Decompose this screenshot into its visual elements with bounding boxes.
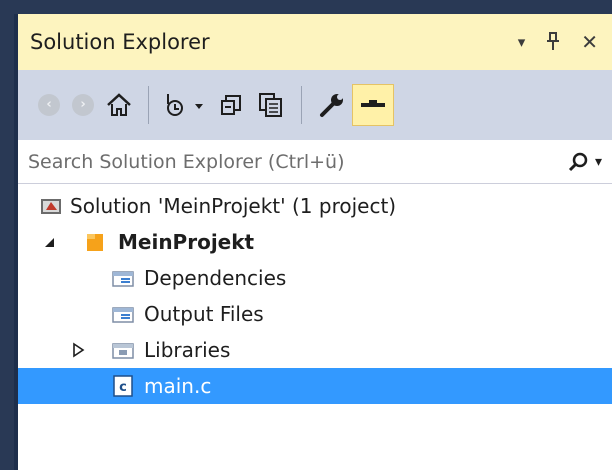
pin-icon[interactable] <box>545 31 561 54</box>
forward-button[interactable]: › <box>66 84 100 126</box>
show-all-files-icon <box>259 93 282 117</box>
search-input[interactable]: Search Solution Explorer (Ctrl+ü) <box>28 151 345 173</box>
pending-changes-filter-button[interactable] <box>159 84 211 126</box>
search-options[interactable]: ▾ <box>567 151 602 173</box>
chevron-down-icon: ▾ <box>594 153 602 170</box>
close-icon[interactable]: ✕ <box>581 32 598 52</box>
title-controls: ▾ ✕ <box>518 31 598 54</box>
c-file-icon: c <box>112 375 134 397</box>
search-icon <box>568 152 588 171</box>
collapse-all-button[interactable] <box>211 84 251 126</box>
tree-item-output-files[interactable]: Output Files <box>18 296 612 332</box>
expanded-arrow-icon[interactable] <box>42 233 58 251</box>
panel-title-bar: Solution Explorer ▾ ✕ <box>18 14 612 70</box>
tree-item-solution[interactable]: Solution 'MeinProjekt' (1 project) <box>18 188 612 224</box>
tree-item-label: Dependencies <box>144 266 287 290</box>
preview-selected-icon <box>361 100 385 107</box>
folder-icon <box>112 340 134 360</box>
tree-item-main-c[interactable]: c main.c <box>18 368 612 404</box>
folder-icon <box>112 304 134 324</box>
tree-item-label: main.c <box>144 374 212 398</box>
pending-changes-filter-icon <box>167 94 203 116</box>
forward-icon: › <box>72 94 94 116</box>
tree-item-label: Libraries <box>144 338 231 362</box>
solution-explorer-panel: Solution Explorer ▾ ✕ ‹ › Search Solutio… <box>14 14 612 470</box>
toolbar-separator <box>301 86 302 124</box>
show-all-files-button[interactable] <box>251 84 291 126</box>
preview-selected-button[interactable] <box>352 84 394 126</box>
tree-item-libraries[interactable]: Libraries <box>18 332 612 368</box>
home-button[interactable] <box>100 84 138 126</box>
back-icon: ‹ <box>38 94 60 116</box>
properties-button[interactable] <box>312 84 352 126</box>
collapsed-arrow-icon[interactable] <box>70 341 86 359</box>
collapse-all-icon <box>221 95 241 115</box>
properties-wrench-icon <box>320 94 343 117</box>
tree-item-label: Output Files <box>144 302 264 326</box>
tree-item-label: Solution 'MeinProjekt' (1 project) <box>70 194 397 218</box>
folder-icon <box>112 268 134 288</box>
home-icon <box>107 93 131 116</box>
toolbar-separator <box>148 86 149 124</box>
tree-item-project[interactable]: MeinProjekt <box>18 224 612 260</box>
svg-text:c: c <box>119 380 127 395</box>
solution-icon <box>40 196 62 216</box>
tree-item-dependencies[interactable]: Dependencies <box>18 260 612 296</box>
panel-title: Solution Explorer <box>30 30 210 54</box>
tree-item-label: MeinProjekt <box>118 230 255 254</box>
chevron-down-icon[interactable]: ▾ <box>518 34 526 50</box>
toolbar: ‹ › <box>18 70 612 140</box>
back-button[interactable]: ‹ <box>32 84 66 126</box>
search-box[interactable]: Search Solution Explorer (Ctrl+ü) ▾ <box>18 140 612 184</box>
project-icon <box>84 232 106 252</box>
solution-tree: Solution 'MeinProjekt' (1 project) MeinP… <box>18 184 612 470</box>
